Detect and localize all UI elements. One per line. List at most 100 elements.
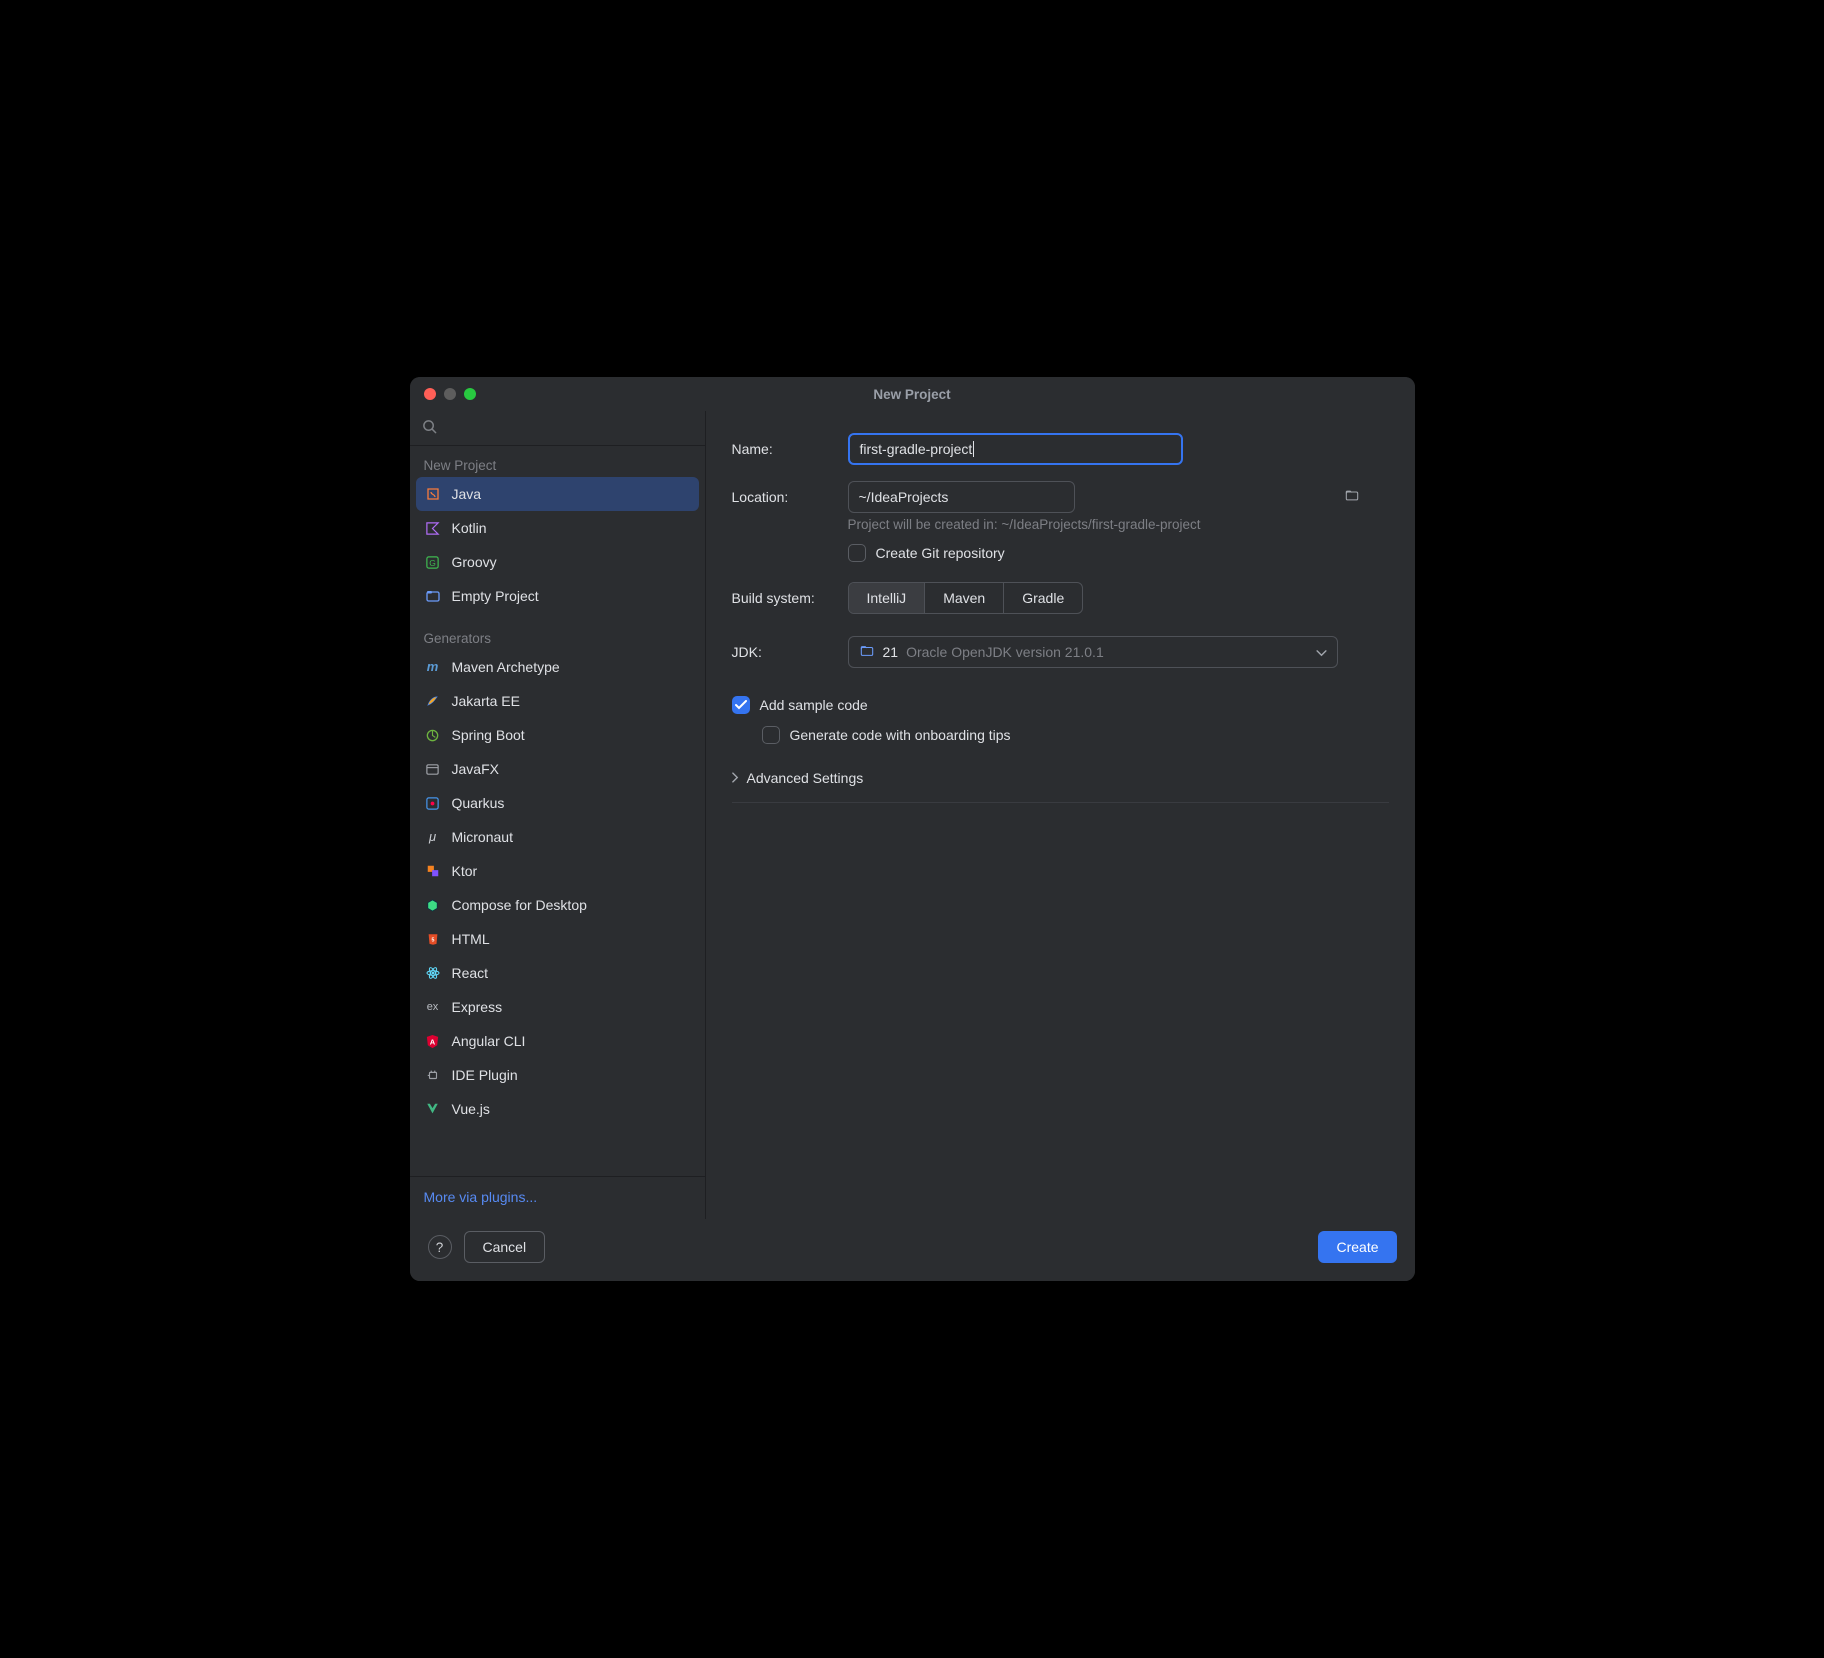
jakarta-icon <box>424 692 442 710</box>
folder-icon[interactable] <box>1344 489 1360 506</box>
jdk-detail: Oracle OpenJDK version 21.0.1 <box>906 644 1104 660</box>
sidebar-item-express[interactable]: ex Express <box>410 990 705 1024</box>
main-panel: Name: first-gradle-project Location: Pro… <box>706 411 1415 1219</box>
html-icon: 5 <box>424 930 442 948</box>
sidebar-item-label: Angular CLI <box>452 1030 526 1052</box>
window-controls <box>410 388 476 400</box>
sidebar-footer: More via plugins... <box>410 1176 705 1219</box>
sidebar-item-quarkus[interactable]: Quarkus <box>410 786 705 820</box>
sidebar-item-label: Java <box>452 483 482 505</box>
build-system-option-maven[interactable]: Maven <box>925 583 1004 613</box>
micronaut-icon: μ <box>424 828 442 846</box>
plugin-icon <box>424 1066 442 1084</box>
angular-icon: A <box>424 1032 442 1050</box>
location-input[interactable] <box>848 481 1075 513</box>
name-label: Name: <box>732 441 848 457</box>
svg-text:5: 5 <box>431 937 434 943</box>
advanced-settings-label: Advanced Settings <box>747 770 864 786</box>
create-git-checkbox[interactable] <box>848 544 866 562</box>
name-value: first-gradle-project <box>860 441 973 457</box>
chevron-right-icon <box>732 770 739 786</box>
javafx-icon <box>424 760 442 778</box>
more-via-plugins-link[interactable]: More via plugins... <box>424 1189 538 1205</box>
groovy-icon: G <box>424 553 442 571</box>
build-system-row: Build system: IntelliJ Maven Gradle <box>732 582 1389 614</box>
zoom-window-button[interactable] <box>464 388 476 400</box>
sidebar-item-javafx[interactable]: JavaFX <box>410 752 705 786</box>
sidebar-item-label: JavaFX <box>452 758 499 780</box>
sidebar-item-angular-cli[interactable]: A Angular CLI <box>410 1024 705 1058</box>
add-sample-checkbox[interactable] <box>732 696 750 714</box>
ktor-icon <box>424 862 442 880</box>
sidebar-header-new-project: New Project <box>410 452 705 477</box>
sidebar-item-react[interactable]: React <box>410 956 705 990</box>
name-input[interactable]: first-gradle-project <box>848 433 1183 465</box>
chevron-down-icon <box>1316 644 1327 660</box>
svg-text:A: A <box>430 1037 436 1046</box>
text-cursor <box>973 441 974 457</box>
create-git-row: Create Git repository <box>848 544 1389 562</box>
sidebar-item-maven-archetype[interactable]: m Maven Archetype <box>410 650 705 684</box>
jdk-row: JDK: 21 Oracle OpenJDK version 21.0.1 <box>732 636 1389 668</box>
sidebar-item-label: Quarkus <box>452 792 505 814</box>
compose-icon <box>424 896 442 914</box>
minimize-window-button[interactable] <box>444 388 456 400</box>
maven-icon: m <box>424 658 442 676</box>
generate-tips-row: Generate code with onboarding tips <box>762 726 1389 744</box>
vue-icon <box>424 1100 442 1118</box>
sidebar-item-jakarta-ee[interactable]: Jakarta EE <box>410 684 705 718</box>
sidebar-item-html[interactable]: 5 HTML <box>410 922 705 956</box>
sidebar-item-vuejs[interactable]: Vue.js <box>410 1092 705 1126</box>
sidebar-item-label: Jakarta EE <box>452 690 520 712</box>
location-label: Location: <box>732 489 848 505</box>
java-icon <box>424 485 442 503</box>
build-system-option-gradle[interactable]: Gradle <box>1004 583 1082 613</box>
cancel-button[interactable]: Cancel <box>464 1231 546 1263</box>
sidebar-item-ktor[interactable]: Ktor <box>410 854 705 888</box>
sidebar-item-label: Maven Archetype <box>452 656 560 678</box>
quarkus-icon <box>424 794 442 812</box>
search-row <box>410 411 705 446</box>
sidebar-item-ide-plugin[interactable]: IDE Plugin <box>410 1058 705 1092</box>
sidebar-item-spring-boot[interactable]: Spring Boot <box>410 718 705 752</box>
sidebar-item-label: HTML <box>452 928 490 950</box>
sidebar-item-label: Kotlin <box>452 517 487 539</box>
sidebar-item-micronaut[interactable]: μ Micronaut <box>410 820 705 854</box>
empty-project-icon <box>424 587 442 605</box>
sidebar-item-kotlin[interactable]: Kotlin <box>410 511 705 545</box>
react-icon <box>424 964 442 982</box>
sidebar-item-groovy[interactable]: G Groovy <box>410 545 705 579</box>
sidebar-item-label: Micronaut <box>452 826 513 848</box>
location-row: Location: <box>732 481 1389 513</box>
jdk-select[interactable]: 21 Oracle OpenJDK version 21.0.1 <box>848 636 1338 668</box>
sidebar-content: New Project Java Kotlin G <box>410 446 705 1176</box>
search-icon[interactable] <box>422 421 437 437</box>
build-system-option-intellij[interactable]: IntelliJ <box>849 583 926 613</box>
titlebar: New Project <box>410 377 1415 411</box>
create-git-label: Create Git repository <box>876 545 1005 561</box>
jdk-label: JDK: <box>732 644 848 660</box>
close-window-button[interactable] <box>424 388 436 400</box>
help-button[interactable]: ? <box>428 1235 452 1259</box>
build-system-segmented: IntelliJ Maven Gradle <box>848 582 1084 614</box>
create-button[interactable]: Create <box>1318 1231 1396 1263</box>
sidebar-header-generators: Generators <box>410 625 705 650</box>
advanced-settings-toggle[interactable]: Advanced Settings <box>732 770 1389 796</box>
location-hint: Project will be created in: ~/IdeaProjec… <box>848 517 1389 532</box>
build-system-label: Build system: <box>732 590 848 606</box>
express-icon: ex <box>424 998 442 1016</box>
add-sample-row: Add sample code <box>732 696 1389 714</box>
sidebar-item-empty-project[interactable]: Empty Project <box>410 579 705 613</box>
generate-tips-checkbox[interactable] <box>762 726 780 744</box>
sidebar: New Project Java Kotlin G <box>410 411 706 1219</box>
sidebar-item-label: Spring Boot <box>452 724 525 746</box>
kotlin-icon <box>424 519 442 537</box>
dialog-footer: ? Cancel Create <box>410 1219 1415 1281</box>
svg-text:G: G <box>429 557 436 567</box>
sidebar-item-compose-desktop[interactable]: Compose for Desktop <box>410 888 705 922</box>
sidebar-item-label: IDE Plugin <box>452 1064 518 1086</box>
sidebar-item-label: Empty Project <box>452 585 539 607</box>
add-sample-label: Add sample code <box>760 697 868 713</box>
sidebar-item-java[interactable]: Java <box>416 477 699 511</box>
jdk-folder-icon <box>859 644 875 661</box>
